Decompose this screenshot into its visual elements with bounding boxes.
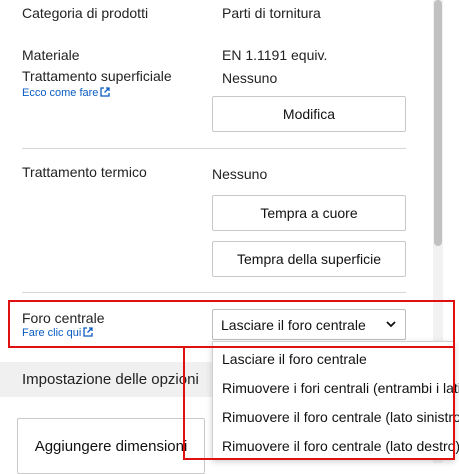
aggiungere-dimensioni-button[interactable]: Aggiungere dimensioni: [17, 418, 205, 474]
external-link-icon: [83, 327, 93, 337]
foro-centrale-selected-value: Lasciare il foro centrale: [221, 316, 366, 333]
categoria-label: Categoria di prodotti: [22, 5, 149, 21]
materiale-value: EN 1.1191 equiv.: [222, 47, 328, 63]
scrollbar-thumb[interactable]: [434, 0, 442, 246]
trattamento-superficiale-value: Nessuno: [222, 70, 278, 86]
tempra-a-cuore-button[interactable]: Tempra a cuore: [212, 195, 406, 231]
section-title: Impostazione delle opzioni: [22, 371, 199, 388]
trattamento-termico-label: Trattamento termico: [22, 164, 147, 180]
trattamento-superficiale-label: Trattamento superficiale: [22, 68, 172, 84]
divider: [22, 292, 406, 293]
categoria-value: Parti di tornitura: [222, 5, 321, 21]
foro-centrale-label: Foro centrale: [22, 310, 105, 326]
trattamento-termico-value: Nessuno: [212, 166, 268, 182]
foro-centrale-select[interactable]: Lasciare il foro centrale: [212, 309, 406, 340]
fare-clic-qui-text: Fare clic qui: [22, 327, 82, 339]
dropdown-option[interactable]: Lasciare il foro centrale: [213, 344, 454, 373]
fare-clic-qui-link[interactable]: Fare clic qui: [22, 327, 93, 339]
divider: [22, 148, 406, 149]
dropdown-option[interactable]: Rimuovere il foro centrale (lato destro): [213, 431, 459, 460]
dropdown-option[interactable]: Rimuovere il foro centrale (lato sinistr…: [213, 402, 459, 431]
ecco-come-fare-link[interactable]: Ecco come fare: [22, 87, 111, 99]
modifica-button[interactable]: Modifica: [212, 96, 406, 132]
ecco-come-fare-text: Ecco come fare: [22, 87, 99, 99]
foro-centrale-dropdown: Lasciare il foro centrale Rimuovere i fo…: [212, 341, 459, 460]
dropdown-option[interactable]: Rimuovere i fori centrali (entrambi i la…: [213, 373, 459, 402]
materiale-label: Materiale: [22, 47, 80, 63]
external-link-icon: [100, 87, 111, 97]
tempra-della-superficie-button[interactable]: Tempra della superficie: [212, 241, 406, 277]
chevron-down-icon: [386, 321, 396, 328]
